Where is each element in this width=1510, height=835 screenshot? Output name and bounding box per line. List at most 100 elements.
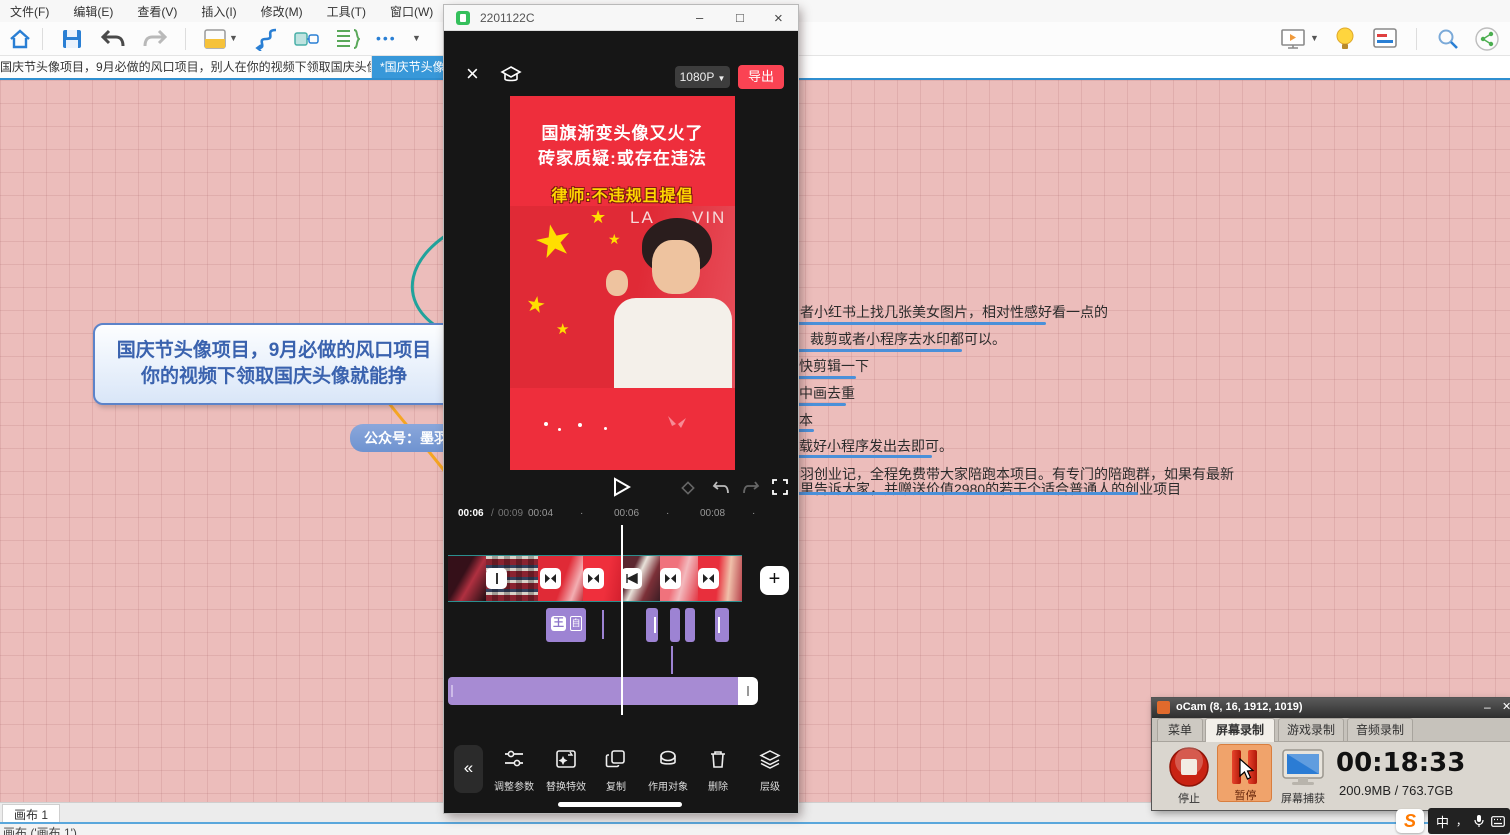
- play-button[interactable]: [613, 477, 631, 497]
- ime-mode-chinese[interactable]: 中: [1436, 812, 1449, 831]
- undo-icon[interactable]: [100, 28, 126, 50]
- note-paragraph-line2[interactable]: 里告诉大家，并赠送价值2980的若干个适合普通人的创业项目: [800, 479, 1181, 499]
- fullscreen-icon[interactable]: [772, 479, 788, 495]
- more-dropdown-arrow[interactable]: ▼: [412, 33, 421, 43]
- menu-window[interactable]: 窗口(W): [385, 1, 438, 22]
- transition-button[interactable]: [540, 568, 561, 589]
- ocam-tab-game-record[interactable]: 游戏录制: [1278, 718, 1344, 741]
- topic-text[interactable]: 者小红书上找几张美女图片，相对性感好看一点的: [800, 302, 1108, 322]
- outline-icon[interactable]: [334, 27, 360, 51]
- close-button[interactable]: ×: [774, 10, 783, 27]
- stop-button[interactable]: [1168, 746, 1210, 788]
- screen-capture-icon[interactable]: [1280, 748, 1326, 788]
- ime-punctuation[interactable]: ，: [1456, 813, 1467, 829]
- style-dropdown-arrow[interactable]: ▼: [229, 33, 238, 43]
- collapse-toolbar-button[interactable]: «: [454, 745, 483, 793]
- transition-button[interactable]: [698, 568, 719, 589]
- redo-icon[interactable]: [142, 28, 168, 50]
- text-style-icon: 王: [551, 616, 566, 631]
- menu-file[interactable]: 文件(F): [5, 1, 54, 22]
- lightbulb-icon[interactable]: [1334, 26, 1356, 52]
- flag-star: ★: [608, 232, 621, 246]
- format-panel-icon[interactable]: [1372, 27, 1398, 49]
- text-clip[interactable]: [685, 608, 695, 642]
- presentation-dropdown-arrow[interactable]: ▼: [1310, 33, 1319, 43]
- redo-edit-icon[interactable]: [742, 480, 760, 496]
- text-clip[interactable]: [715, 608, 729, 642]
- ocam-title: oCam (8, 16, 1912, 1019): [1176, 701, 1303, 713]
- tool-delete[interactable]: 删除: [693, 749, 743, 793]
- screen: 文件(F) 编辑(E) 查看(V) 插入(I) 修改(M) 工具(T) 窗口(W…: [0, 0, 1510, 835]
- ruler-tick: 00:06: [614, 508, 639, 519]
- brand-text-left: LA: [630, 208, 655, 228]
- phone-window-titlebar[interactable]: 2201122C – □ ×: [444, 5, 798, 31]
- topic-text[interactable]: 快剪辑一下: [799, 356, 869, 376]
- topic-underline: [798, 455, 932, 458]
- add-clip-button[interactable]: +: [760, 566, 789, 595]
- central-topic-node[interactable]: 国庆节头像项目，9月必做的风口项目 你的视频下领取国庆头像就能挣: [93, 323, 455, 405]
- transition-button[interactable]: [660, 568, 681, 589]
- export-button[interactable]: 导出: [738, 65, 784, 89]
- keyboard-icon[interactable]: [1491, 816, 1505, 827]
- ocam-tab-audio-record[interactable]: 音频录制: [1347, 718, 1413, 741]
- recording-time: 00:18:33: [1336, 748, 1465, 778]
- more-tools-icon[interactable]: •••: [376, 30, 397, 46]
- audio-clip-handle[interactable]: [738, 677, 758, 705]
- tool-layer[interactable]: 层级: [745, 749, 795, 793]
- audio-clip[interactable]: [448, 677, 738, 705]
- topic-text[interactable]: 载好小程序发出去即可。: [799, 436, 953, 456]
- share-icon[interactable]: [1474, 26, 1500, 52]
- topic-text[interactable]: 中画去重: [799, 383, 855, 403]
- callout-icon[interactable]: [294, 28, 320, 50]
- maximize-button[interactable]: □: [736, 10, 744, 25]
- microphone-icon[interactable]: [1474, 814, 1484, 828]
- sticker-clip-thin[interactable]: [602, 610, 604, 639]
- presentation-icon[interactable]: [1280, 27, 1306, 51]
- tool-adjust-params[interactable]: 调整参数: [489, 749, 539, 793]
- ocam-tab-screen-record[interactable]: 屏幕录制: [1205, 718, 1275, 742]
- ocam-tab-menu[interactable]: 菜单: [1157, 718, 1203, 741]
- style-panel-icon[interactable]: [203, 28, 227, 50]
- menu-edit[interactable]: 编辑(E): [68, 1, 118, 22]
- text-clip[interactable]: [646, 608, 658, 642]
- video-preview[interactable]: 国旗渐变头像又火了 砖家质疑:或存在违法 律师:不违规且提倡 ★ ★ ★ ★ ★…: [510, 96, 735, 470]
- editor-close-icon[interactable]: ×: [466, 61, 479, 87]
- ocam-tab-bar: 菜单 屏幕录制 游戏录制 音频录制: [1152, 718, 1510, 742]
- tool-copy[interactable]: 复制: [591, 749, 641, 793]
- ocam-app-icon: [1157, 701, 1170, 714]
- transition-button[interactable]: [583, 568, 604, 589]
- menu-tools[interactable]: 工具(T): [322, 1, 371, 22]
- menu-view[interactable]: 查看(V): [132, 1, 182, 22]
- text-clip[interactable]: [670, 608, 680, 642]
- sogou-input-bar[interactable]: 中 ，: [1428, 808, 1510, 834]
- save-icon[interactable]: [60, 27, 84, 51]
- tutorial-icon[interactable]: [500, 65, 522, 85]
- search-icon[interactable]: [1436, 27, 1460, 51]
- ocam-minimize-button[interactable]: –: [1484, 700, 1491, 714]
- minimize-button[interactable]: –: [696, 10, 703, 25]
- menu-insert[interactable]: 插入(I): [196, 1, 241, 22]
- tool-replace-effect[interactable]: 替换特效: [541, 749, 591, 793]
- keyframe-icon[interactable]: [680, 480, 696, 496]
- topic-text[interactable]: 本: [799, 410, 813, 430]
- ocam-titlebar[interactable]: oCam (8, 16, 1912, 1019) – ✕: [1152, 698, 1510, 718]
- topic-text[interactable]: 裁剪或者小程序去水印都可以。: [810, 329, 1006, 349]
- ocam-window: oCam (8, 16, 1912, 1019) – ✕ 菜单 屏幕录制 游戏录…: [1152, 698, 1510, 810]
- tool-apply-object[interactable]: 作用对象: [643, 749, 693, 793]
- text-clip-selected[interactable]: 王 自: [546, 608, 586, 642]
- undo-edit-icon[interactable]: [712, 480, 730, 496]
- sliders-icon: [503, 749, 525, 769]
- resolution-dropdown[interactable]: 1080P ▼: [675, 66, 730, 88]
- playhead[interactable]: [621, 525, 623, 715]
- sogou-logo[interactable]: S: [1396, 809, 1424, 833]
- transition-button-active[interactable]: [621, 568, 642, 589]
- clip-edge-handle[interactable]: [486, 568, 507, 589]
- menu-modify[interactable]: 修改(M): [256, 1, 308, 22]
- home-icon[interactable]: [8, 27, 32, 51]
- document-tab-inactive[interactable]: 国庆节头像项目，9月必做的风口项目，别人在你的视频下领取国庆头像就能挣钱: [0, 56, 372, 78]
- sticker-clip-thin[interactable]: [671, 646, 673, 674]
- relationship-icon[interactable]: [254, 27, 280, 51]
- ocam-close-button[interactable]: ✕: [1502, 700, 1510, 713]
- ruler-dot: ·: [666, 508, 669, 519]
- decorative-dot: [604, 427, 607, 430]
